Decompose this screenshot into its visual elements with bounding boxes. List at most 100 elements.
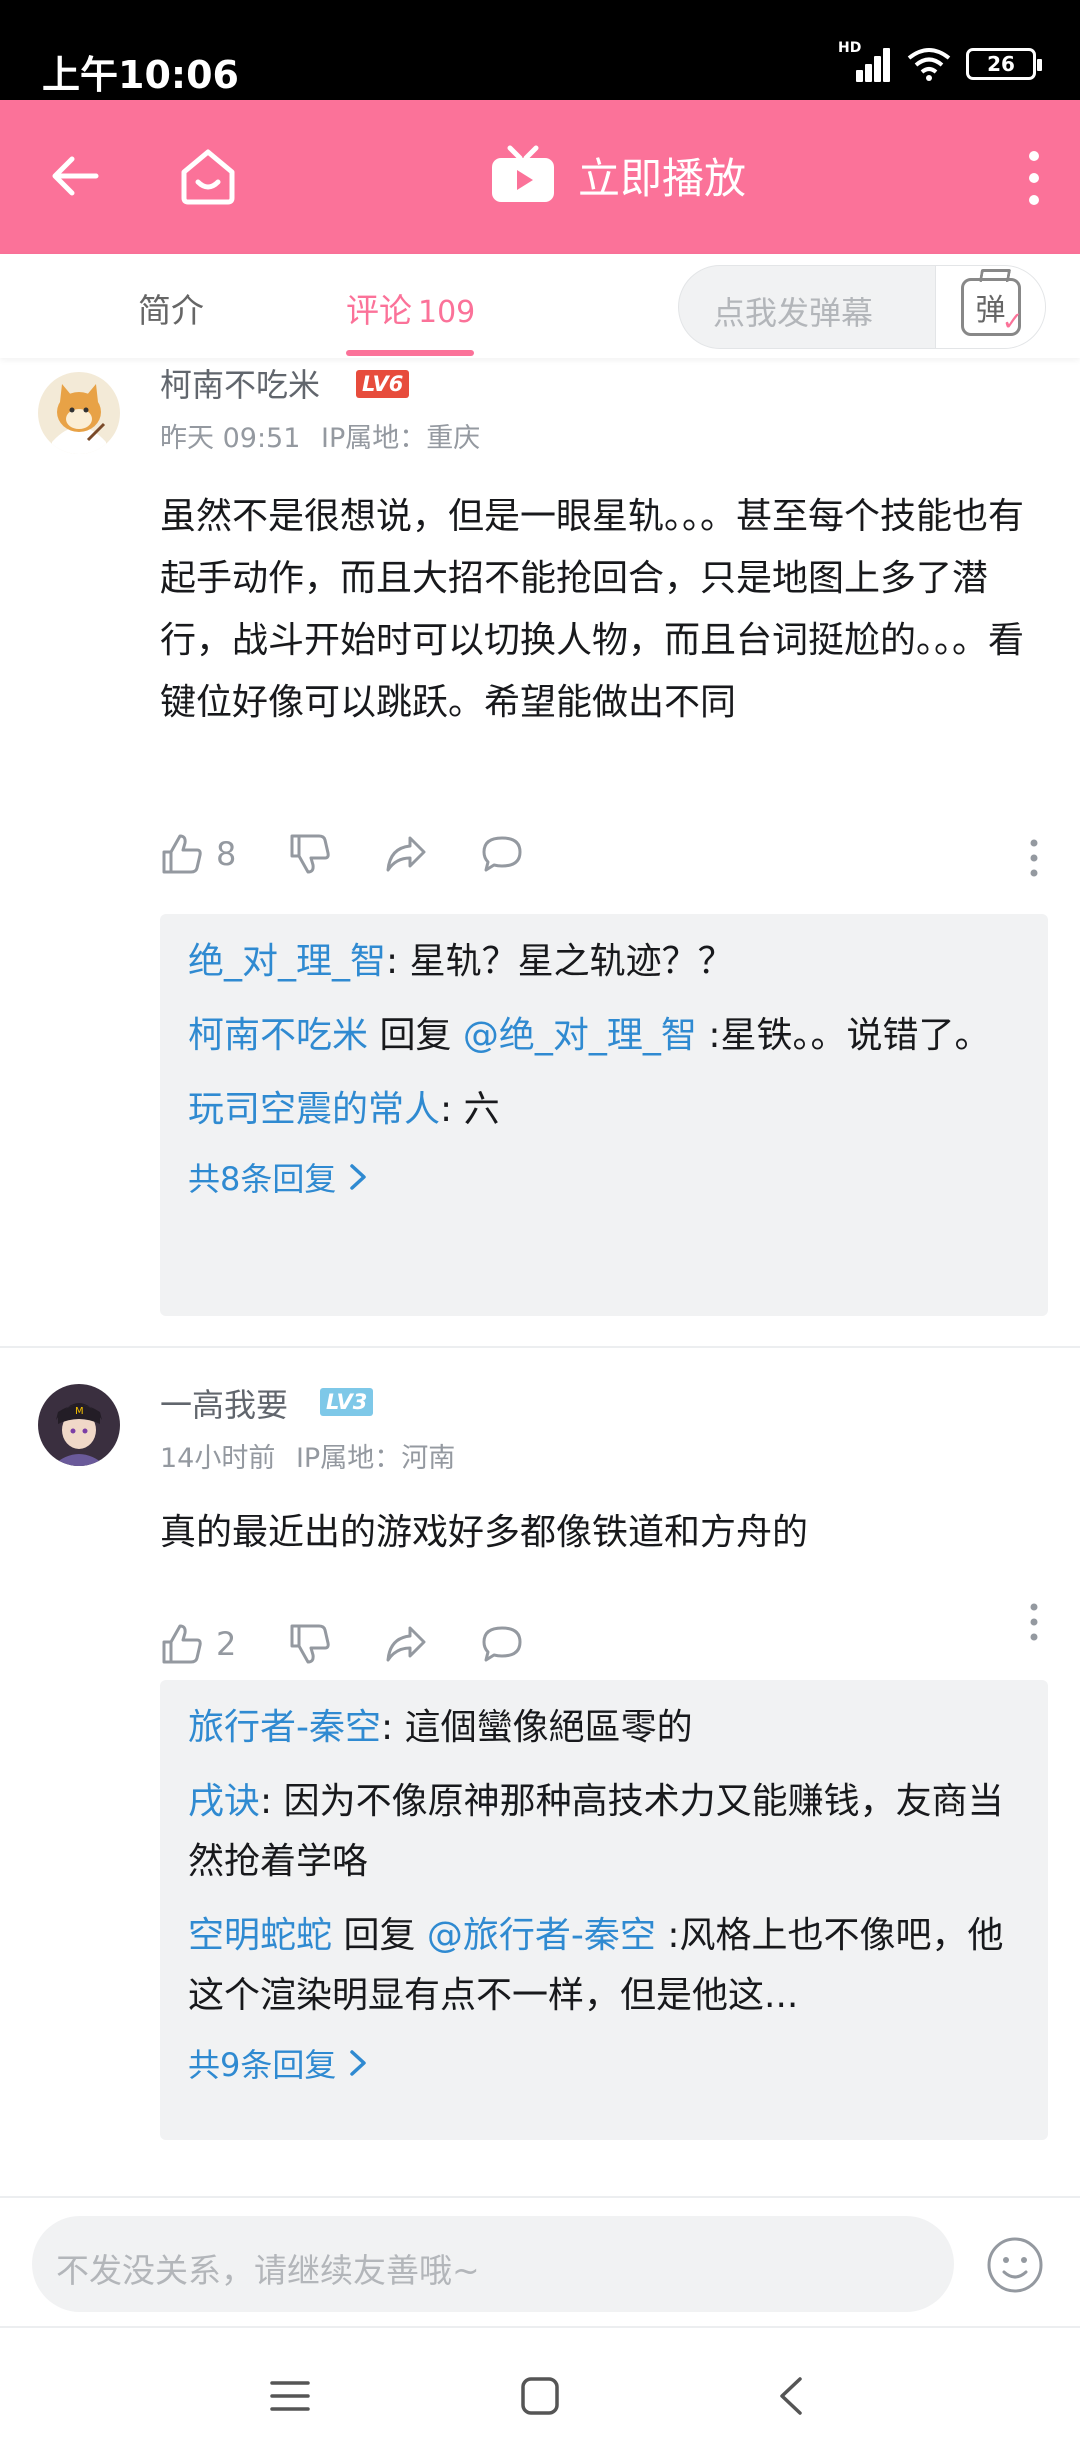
comment-input-placeholder: 不发没关系，请继续友善哦~ [56, 2251, 480, 2290]
reply-target[interactable]: @绝_对_理_智 [463, 1015, 697, 1056]
comment-input-bar: 不发没关系，请继续友善哦~ [0, 2196, 1080, 2328]
play-now-label: 立即播放 [578, 153, 747, 203]
nav-back-icon[interactable] [776, 2376, 806, 2416]
battery-icon: 26 [966, 48, 1042, 80]
reply-username[interactable]: 玩司空震的常人 [188, 1089, 440, 1130]
avatar[interactable] [38, 372, 120, 454]
comment-text: 虽然不是很想说，但是一眼星轨。。。甚至每个技能也有起手动作，而且大招不能抢回合，… [160, 496, 1025, 723]
reply-preview-box[interactable]: 旅行者-秦空: 這個蠻像絕區零的 戌诀: 因为不像原神那种高技术力又能赚钱，友商… [160, 1680, 1048, 2140]
back-arrow-icon[interactable] [46, 146, 106, 206]
reply-item: 绝_对_理_智: 星轨？星之轨迹？？ [188, 932, 1020, 992]
reply-item: 玩司空震的常人: 六 [188, 1080, 1020, 1140]
tab-comments[interactable]: 评论 109 [346, 284, 475, 332]
comment-actions: 2 [160, 1622, 576, 1666]
like-button[interactable]: 2 [160, 1622, 236, 1666]
reply-button[interactable] [480, 1622, 524, 1666]
danmaku-icon: 弹 ✓ [960, 278, 1024, 337]
share-button[interactable] [384, 832, 428, 876]
play-now-button[interactable]: 立即播放 [490, 144, 746, 206]
comment-ip: IP属地：河南 [295, 1443, 456, 1474]
view-all-replies-link[interactable]: 共9条回复 [188, 2040, 1020, 2086]
battery-level: 26 [987, 52, 1015, 76]
status-icons: HD 26 [838, 40, 1042, 82]
svg-text:M: M [75, 1406, 84, 1417]
tab-intro[interactable]: 简介 [138, 284, 204, 332]
app-header: 立即播放 [0, 100, 1080, 254]
thumbs-up-icon [162, 834, 202, 874]
reply-word: 回复 [368, 1015, 463, 1056]
reply-target[interactable]: @旅行者-秦空 [427, 1915, 656, 1956]
more-options-icon[interactable] [1024, 148, 1044, 208]
chevron-right-icon [350, 1164, 367, 1190]
reply-text: : 這個蠻像絕區零的 [381, 1707, 693, 1748]
reply-button[interactable] [480, 832, 524, 876]
dislike-button[interactable] [288, 1622, 332, 1666]
nav-home-icon[interactable] [520, 2376, 560, 2416]
reply-username[interactable]: 柯南不吃米 [188, 1015, 368, 1056]
comment-meta: 14小时前 IP属地：河南 [160, 1436, 455, 1475]
active-tab-indicator [346, 350, 474, 356]
tv-play-icon [492, 145, 554, 202]
dislike-button[interactable] [288, 832, 332, 876]
danmaku-input[interactable]: 点我发弹幕 弹 ✓ [678, 265, 1046, 349]
comment-text: 真的最近出的游戏好多都像铁道和方舟的 [160, 1512, 809, 1553]
chat-bubble-icon [482, 1626, 522, 1662]
danmaku-placeholder: 点我发弹幕 [713, 294, 874, 332]
emoji-icon[interactable] [986, 2236, 1044, 2294]
view-all-replies-link[interactable]: 共8条回复 [188, 1154, 1020, 1200]
status-bar: 上午10:06 HD 26 [0, 0, 1080, 100]
reply-text: : 星轨？星之轨迹？？ [386, 941, 734, 982]
share-button[interactable] [384, 1622, 428, 1666]
reply-username[interactable]: 绝_对_理_智 [188, 941, 386, 982]
danmaku-toggle-button[interactable]: 弹 ✓ [935, 266, 1045, 348]
reply-text: :星铁。。说错了。 [696, 1015, 991, 1056]
avatar[interactable]: M [38, 1384, 120, 1466]
tab-comments-label: 评论 [346, 291, 412, 330]
reply-item: 旅行者-秦空: 這個蠻像絕區零的 [188, 1698, 1020, 1758]
reply-text: : 因为不像原神那种高技术力又能赚钱，友商当然抢着学咯 [188, 1781, 1004, 1882]
system-nav-bar [0, 2330, 1080, 2460]
cell-signal-icon: HD [838, 40, 892, 82]
comment-more-icon[interactable] [1028, 1602, 1040, 1642]
reply-text: : 六 [440, 1089, 500, 1130]
chevron-right-icon [350, 2050, 367, 2076]
wifi-icon [907, 48, 951, 81]
reply-username[interactable]: 旅行者-秦空 [188, 1707, 381, 1748]
thumbs-down-icon [290, 834, 331, 874]
comment-divider [0, 1346, 1080, 1348]
comment-actions: 8 [160, 832, 576, 876]
comment-username[interactable]: 一高我要 [160, 1380, 288, 1426]
like-count: 2 [216, 1625, 237, 1663]
reply-item: 柯南不吃米 回复 @绝_对_理_智 :星铁。。说错了。 [188, 1006, 1020, 1066]
comment-more-icon[interactable] [1028, 838, 1040, 878]
more-replies-label: 共8条回复 [188, 1160, 337, 1198]
chat-bubble-icon [482, 836, 522, 872]
comments-count: 109 [418, 295, 476, 330]
more-replies-label: 共9条回复 [188, 2046, 337, 2084]
reply-username[interactable]: 空明蛇蛇 [188, 1915, 332, 1956]
comment-meta: 昨天 09:51 IP属地：重庆 [160, 416, 480, 455]
status-time: 上午10:06 [42, 53, 239, 97]
network-type-label: HD [838, 40, 862, 56]
level-badge: LV6 [356, 370, 410, 398]
reply-item: 空明蛇蛇 回复 @旅行者-秦空 :风格上也不像吧，他这个渲染明显有点不一样，但是… [188, 1906, 1020, 2026]
thumbs-up-icon [162, 1624, 202, 1664]
home-icon[interactable] [176, 144, 240, 208]
reply-username[interactable]: 戌诀 [188, 1781, 260, 1822]
comment-time: 昨天 09:51 [160, 423, 301, 454]
check-icon: ✓ [1001, 307, 1024, 337]
menu-icon[interactable] [270, 2380, 310, 2412]
thumbs-down-icon [290, 1624, 331, 1664]
level-badge: LV3 [320, 1388, 374, 1416]
reply-word: 回复 [332, 1915, 427, 1956]
like-count: 8 [216, 835, 237, 873]
reply-item: 戌诀: 因为不像原神那种高技术力又能赚钱，友商当然抢着学咯 [188, 1772, 1020, 1892]
share-icon [386, 836, 426, 872]
comment-input[interactable]: 不发没关系，请继续友善哦~ [32, 2216, 954, 2312]
comment-time: 14小时前 [160, 1443, 276, 1474]
share-icon [386, 1626, 426, 1662]
like-button[interactable]: 8 [160, 832, 236, 876]
reply-preview-box[interactable]: 绝_对_理_智: 星轨？星之轨迹？？ 柯南不吃米 回复 @绝_对_理_智 :星铁… [160, 914, 1048, 1316]
tab-bar: 简介 评论 109 点我发弹幕 弹 ✓ [0, 254, 1080, 358]
comment-username[interactable]: 柯南不吃米 [160, 360, 320, 406]
